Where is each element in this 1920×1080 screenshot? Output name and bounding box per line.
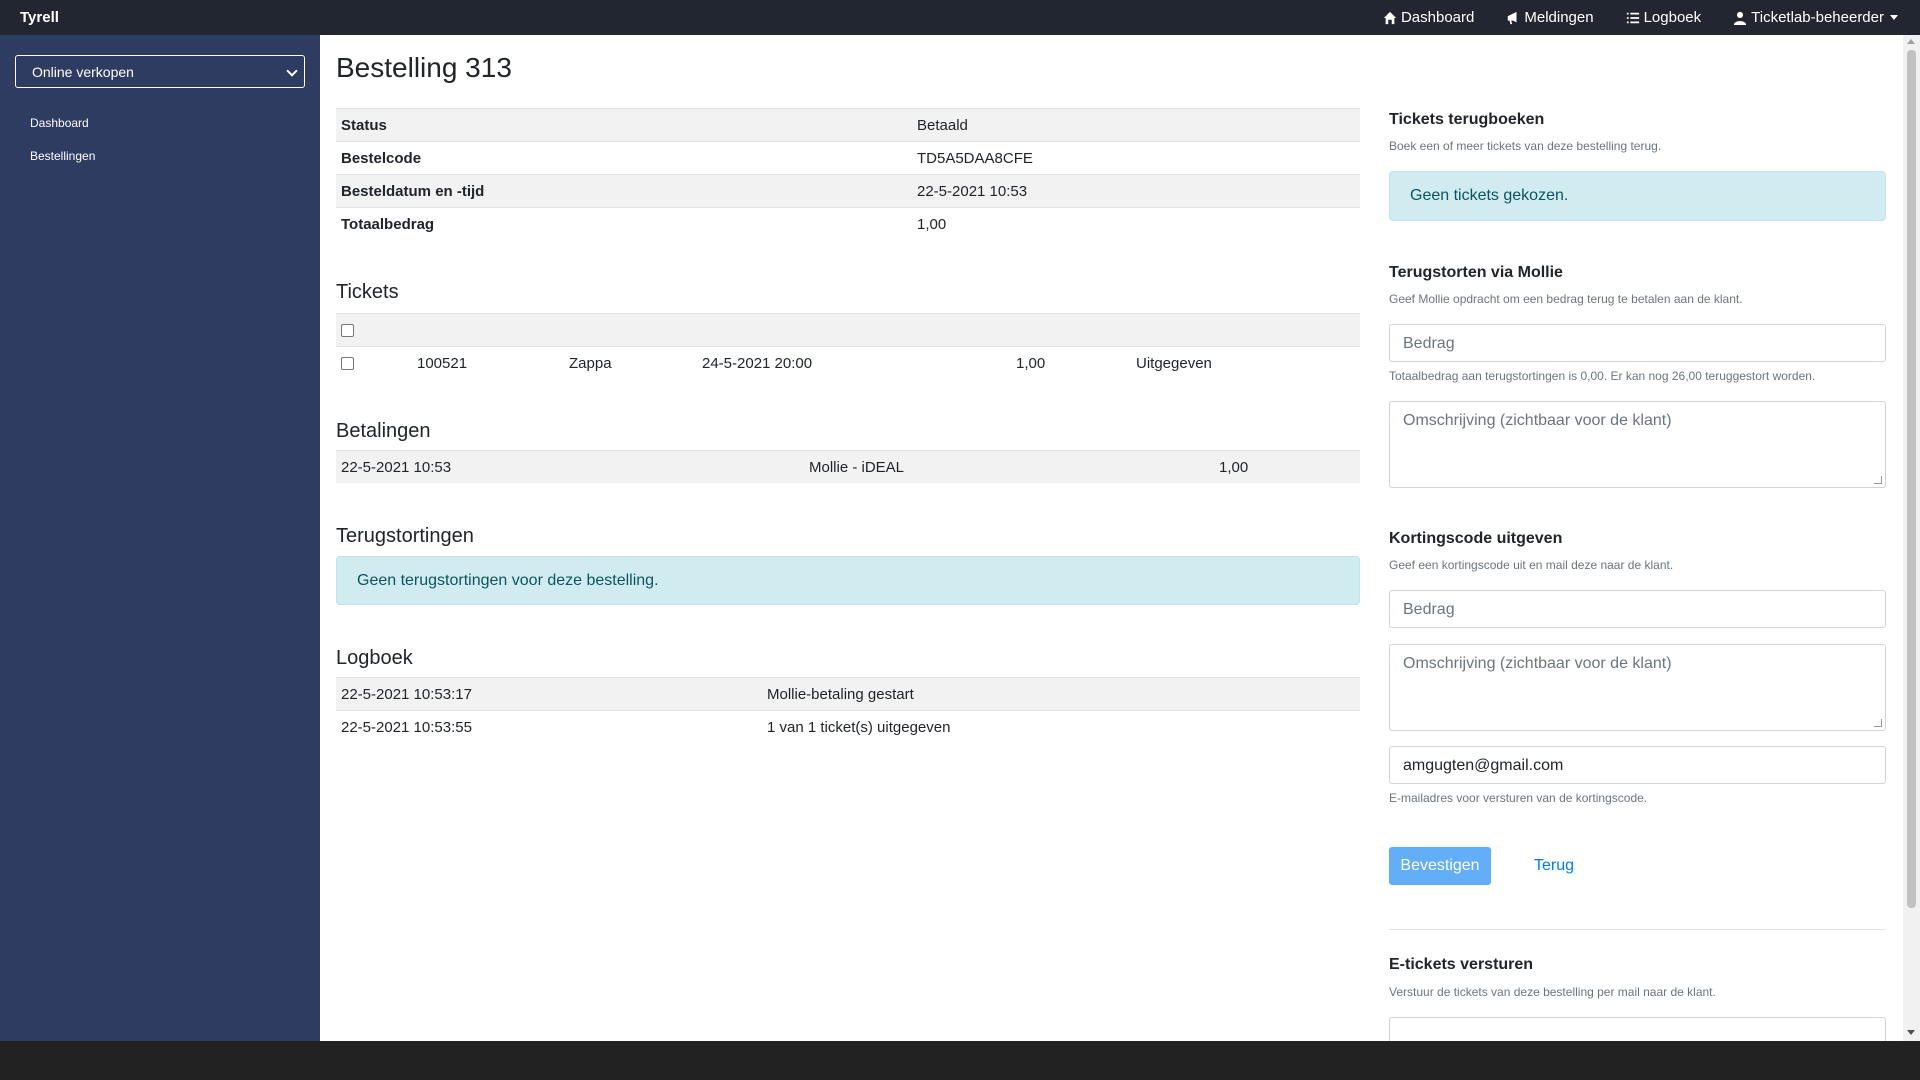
page-title: Bestelling 313 bbox=[336, 52, 512, 83]
rebook-subtitle: Boek een of meer tickets van deze bestel… bbox=[1389, 139, 1662, 153]
ticket-name: Zappa bbox=[569, 355, 612, 372]
nav-links: Dashboard Meldingen Logboek Ticketlab-be… bbox=[1351, 0, 1898, 35]
discount-description-input[interactable]: Omschrijving (zichtbaar voor de klant) bbox=[1389, 644, 1886, 731]
home-icon bbox=[1383, 11, 1397, 24]
no-refunds-alert: Geen terugstortingen voor deze bestellin… bbox=[336, 556, 1360, 605]
table-row: 22-5-2021 10:53 Mollie - iDEAL 1,00 bbox=[336, 450, 1360, 483]
eticket-subtitle: Verstuur de tickets van deze bestelling … bbox=[1389, 985, 1716, 999]
refund-help-text: Totaalbedrag aan terugstortingen is 0,00… bbox=[1389, 369, 1816, 383]
discount-description-placeholder: Omschrijving (zichtbaar voor de klant) bbox=[1403, 655, 1672, 672]
scroll-up-arrow-icon[interactable] bbox=[1907, 39, 1915, 44]
sidebar-item-bestellingen[interactable]: Bestellingen bbox=[30, 149, 95, 163]
log-heading: Logboek bbox=[336, 647, 413, 669]
info-value: Betaald bbox=[917, 117, 968, 134]
discount-amount-input[interactable]: Bedrag bbox=[1389, 590, 1886, 628]
nav-user-label: Ticketlab-beheerder bbox=[1751, 9, 1884, 26]
select-all-checkbox[interactable] bbox=[341, 324, 354, 337]
refunds-heading: Terugstortingen bbox=[336, 525, 474, 547]
order-info-table: Status Betaald Bestelcode TD5A5DAA8CFE B… bbox=[336, 108, 1360, 240]
discount-email-help: E-mailadres voor versturen van de kortin… bbox=[1389, 791, 1648, 805]
log-message: Mollie-betaling gestart bbox=[767, 686, 914, 703]
payment-method: Mollie - iDEAL bbox=[809, 459, 905, 476]
refund-amount-input[interactable]: Bedrag bbox=[1389, 324, 1886, 362]
nav-meldingen-label: Meldingen bbox=[1524, 9, 1594, 26]
payments-table: 22-5-2021 10:53 Mollie - iDEAL 1,00 bbox=[336, 450, 1360, 483]
info-label: Totaalbedrag bbox=[341, 216, 435, 233]
sales-channel-select[interactable]: Online verkopen bbox=[15, 55, 305, 88]
mollie-refund-heading: Terugstorten via Mollie bbox=[1389, 264, 1563, 281]
sales-channel-value: Online verkopen bbox=[32, 63, 134, 80]
log-time: 22-5-2021 10:53:55 bbox=[341, 719, 472, 736]
bullhorn-icon bbox=[1508, 11, 1517, 24]
top-navbar: Tyrell Dashboard Meldingen Logboek Ticke… bbox=[0, 0, 1920, 35]
info-label: Status bbox=[341, 117, 387, 134]
ticket-checkbox[interactable] bbox=[341, 357, 354, 370]
main-content: Bestelling 313 Status Betaald Bestelcode… bbox=[320, 35, 1920, 1041]
scroll-down-arrow-icon[interactable] bbox=[1907, 1030, 1915, 1035]
nav-user-menu[interactable]: Ticketlab-beheerder bbox=[1733, 9, 1898, 26]
table-row: Totaalbedrag 1,00 bbox=[336, 207, 1360, 240]
nav-dashboard-label: Dashboard bbox=[1400, 9, 1475, 26]
resize-handle-icon[interactable] bbox=[1874, 476, 1882, 484]
table-row: Status Betaald bbox=[336, 108, 1360, 141]
payment-amount: 1,00 bbox=[1219, 459, 1249, 476]
bottom-bar bbox=[0, 1041, 1920, 1080]
info-value: TD5A5DAA8CFE bbox=[917, 150, 1033, 167]
caret-down-icon bbox=[1890, 15, 1898, 20]
payment-date: 22-5-2021 10:53 bbox=[341, 459, 452, 476]
nav-meldingen-link[interactable]: Meldingen bbox=[1506, 9, 1594, 26]
info-label: Besteldatum en -tijd bbox=[341, 183, 485, 200]
scroll-thumb[interactable] bbox=[1907, 50, 1916, 908]
refund-description-placeholder: Omschrijving (zichtbaar voor de klant) bbox=[1403, 412, 1672, 429]
table-row: 22-5-2021 10:53:17 Mollie-betaling gesta… bbox=[336, 677, 1360, 710]
tickets-heading: Tickets bbox=[336, 281, 399, 303]
section-divider bbox=[1389, 929, 1886, 930]
ticket-amount: 1,00 bbox=[1016, 355, 1046, 372]
back-link[interactable]: Terug bbox=[1534, 847, 1574, 885]
info-label: Bestelcode bbox=[341, 150, 422, 167]
log-table: 22-5-2021 10:53:17 Mollie-betaling gesta… bbox=[336, 677, 1360, 743]
tickets-table: 100521 Zappa 24-5-2021 20:00 1,00 Uitgeg… bbox=[336, 313, 1360, 379]
sidebar: Online verkopen Dashboard Bestellingen bbox=[0, 35, 320, 1041]
chevron-down-icon bbox=[286, 65, 298, 77]
ticket-date: 24-5-2021 20:00 bbox=[702, 355, 813, 372]
discount-subtitle: Geef een kortingscode uit en mail deze n… bbox=[1389, 558, 1674, 572]
discount-heading: Kortingscode uitgeven bbox=[1389, 530, 1563, 547]
ticket-status: Uitgegeven bbox=[1136, 355, 1212, 372]
sidebar-item-dashboard[interactable]: Dashboard bbox=[30, 116, 89, 130]
user-icon bbox=[1734, 11, 1747, 25]
eticket-heading: E-tickets versturen bbox=[1389, 956, 1534, 973]
nav-dashboard-link[interactable]: Dashboard bbox=[1383, 9, 1474, 26]
resize-handle-icon[interactable] bbox=[1874, 719, 1882, 727]
refund-description-input[interactable]: Omschrijving (zichtbaar voor de klant) bbox=[1389, 401, 1886, 488]
table-row: Bestelcode TD5A5DAA8CFE bbox=[336, 141, 1360, 174]
log-time: 22-5-2021 10:53:17 bbox=[341, 686, 472, 703]
nav-logboek-label: Logboek bbox=[1643, 9, 1702, 26]
info-value: 22-5-2021 10:53 bbox=[917, 183, 1028, 200]
rebook-heading: Tickets terugboeken bbox=[1389, 111, 1545, 128]
eticket-email-input[interactable] bbox=[1389, 1017, 1886, 1041]
table-header-row bbox=[336, 313, 1360, 346]
nav-logboek-link[interactable]: Logboek bbox=[1626, 9, 1702, 26]
info-value: 1,00 bbox=[917, 216, 947, 233]
confirm-button[interactable]: Bevestigen bbox=[1389, 847, 1491, 885]
table-row: Besteldatum en -tijd 22-5-2021 10:53 bbox=[336, 174, 1360, 207]
brand-logo[interactable]: Tyrell bbox=[20, 9, 59, 26]
list-icon bbox=[1626, 12, 1639, 23]
no-tickets-selected-alert: Geen tickets gekozen. bbox=[1389, 171, 1886, 221]
table-row: 100521 Zappa 24-5-2021 20:00 1,00 Uitgeg… bbox=[336, 346, 1360, 379]
mollie-refund-subtitle: Geef Mollie opdracht om een bedrag terug… bbox=[1389, 292, 1743, 306]
discount-email-input[interactable]: amgugten@gmail.com bbox=[1389, 746, 1886, 784]
log-message: 1 van 1 ticket(s) uitgegeven bbox=[767, 719, 951, 736]
table-row: 22-5-2021 10:53:55 1 van 1 ticket(s) uit… bbox=[336, 710, 1360, 743]
payments-heading: Betalingen bbox=[336, 420, 431, 442]
vertical-scrollbar[interactable] bbox=[1903, 35, 1920, 1041]
ticket-id: 100521 bbox=[417, 355, 468, 372]
